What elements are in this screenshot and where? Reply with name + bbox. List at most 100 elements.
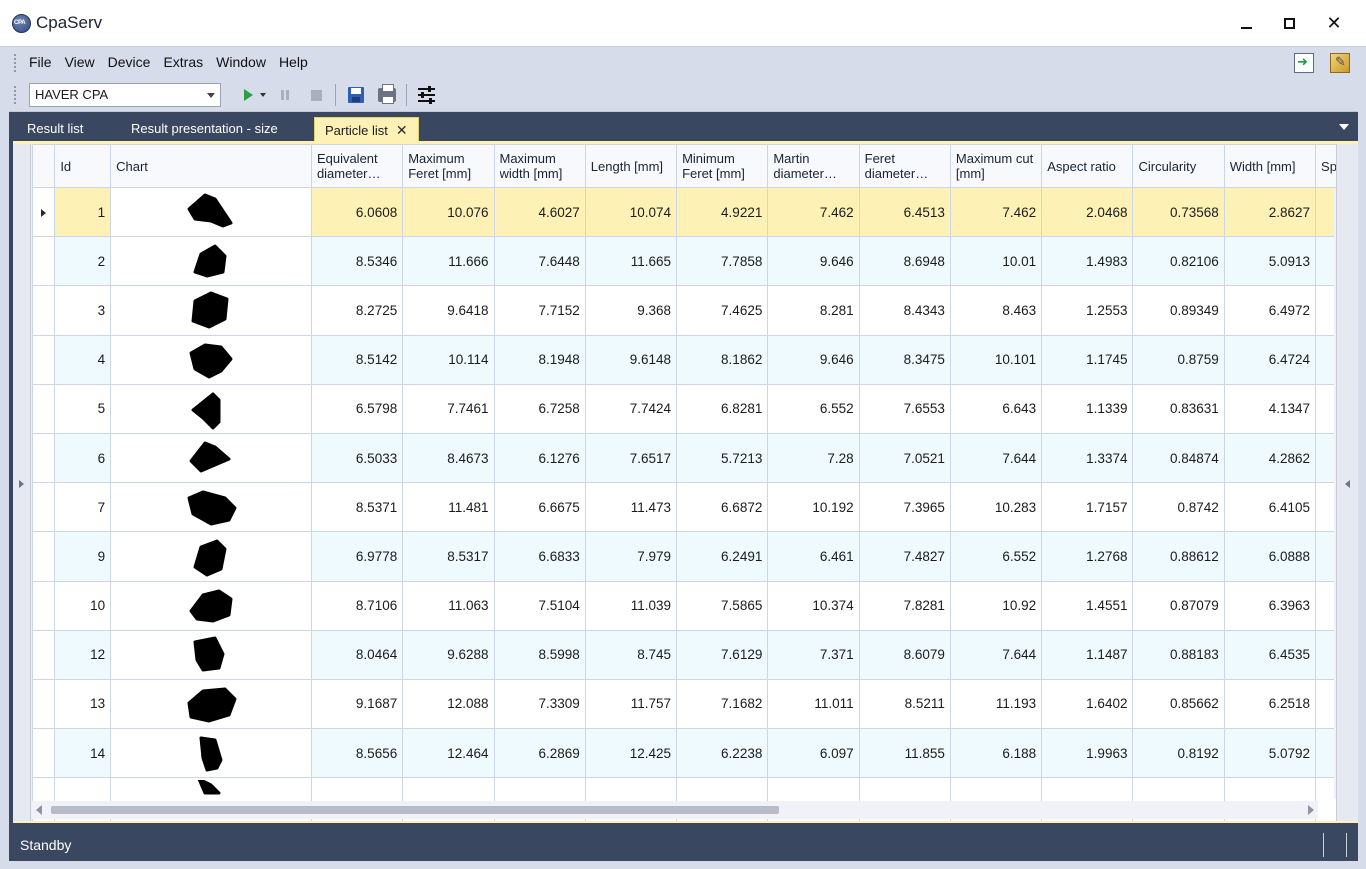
column-header[interactable]: Maximum Feret [mm]	[402, 144, 495, 188]
table-row[interactable]: 13 9.1687 12.088 7.3309 11.757 7.1682 11.011 8.…	[32, 678, 1336, 730]
cell-value[interactable]: 0.8742	[1132, 482, 1225, 533]
cell-value[interactable]: 8.5346	[310, 236, 404, 287]
start-options-dropdown[interactable]	[260, 93, 266, 97]
cell-id[interactable]: 2	[54, 236, 112, 287]
cell-value[interactable]: 8.5998	[493, 629, 586, 680]
cell-value[interactable]: 6.2491	[676, 531, 769, 582]
print-button[interactable]	[376, 84, 398, 106]
cell-value[interactable]: 6.2869	[493, 728, 586, 779]
cell-value[interactable]: 6.6833	[493, 531, 586, 582]
menu-help[interactable]: Help	[279, 54, 317, 70]
cell-value[interactable]: 6.643	[949, 383, 1043, 434]
cell-value[interactable]: 6.552	[949, 531, 1043, 582]
cell-value[interactable]: 4.1347	[1223, 383, 1317, 434]
cell-value[interactable]: 1.7157	[1041, 482, 1134, 533]
cell-value[interactable]: 9.6148	[584, 334, 678, 385]
cell-chart[interactable]	[110, 285, 312, 336]
cell-value[interactable]: 1.9963	[1041, 728, 1134, 779]
cell-chart[interactable]	[110, 334, 312, 385]
cell-chart[interactable]	[110, 728, 312, 779]
cell-value[interactable]: 4.2862	[1223, 432, 1317, 484]
cell-value[interactable]: 0.88612	[1132, 531, 1225, 582]
cell-value[interactable]: 1.1745	[1041, 334, 1134, 385]
cell-value[interactable]: 1.4983	[1041, 236, 1134, 287]
table-row[interactable]: 9 6.9778 8.5317 6.6833 7.979 6.2491 6.461 7.482…	[32, 531, 1336, 582]
minimize-button[interactable]	[1224, 8, 1268, 38]
menu-grip[interactable]	[13, 53, 17, 73]
cell-value[interactable]: 6.0608	[310, 186, 404, 238]
cell-chart[interactable]	[110, 580, 312, 631]
cell-value[interactable]: 7.6553	[858, 383, 951, 434]
cell-value[interactable]: 1.6402	[1041, 678, 1134, 730]
cell-value[interactable]: 7.3965	[858, 482, 951, 533]
cell-chart[interactable]	[110, 432, 312, 484]
cell-value[interactable]: 6.0888	[1223, 531, 1317, 582]
row-indicator[interactable]	[32, 531, 56, 582]
column-header[interactable]: Maximum width [mm]	[493, 144, 586, 188]
cell-value[interactable]	[1315, 580, 1336, 631]
table-row[interactable]: 1 6.0608 10.076 4.6027 10.074 4.9221 7.462 6.45…	[32, 186, 1336, 238]
cell-value[interactable]: 12.425	[584, 728, 678, 779]
cell-value[interactable]: 2.8627	[1223, 186, 1317, 238]
cell-value[interactable]: 10.92	[949, 580, 1043, 631]
cell-value[interactable]	[1315, 285, 1336, 336]
cell-value[interactable]: 8.1862	[676, 334, 769, 385]
cell-value[interactable]: 6.4105	[1223, 482, 1317, 533]
row-indicator[interactable]	[32, 629, 56, 680]
table-row[interactable]: 10 8.7106 11.063 7.5104 11.039 7.5865 10.374 7.…	[32, 580, 1336, 631]
cell-value[interactable]: 12.088	[402, 678, 495, 730]
cell-value[interactable]: 8.1948	[493, 334, 586, 385]
cell-value[interactable]: 6.1276	[493, 432, 586, 484]
cell-value[interactable]: 0.84874	[1132, 432, 1225, 484]
cell-value[interactable]: 7.462	[767, 186, 860, 238]
cell-value[interactable]: 10.114	[402, 334, 495, 385]
cell-value[interactable]: 8.0464	[310, 629, 404, 680]
cell-value[interactable]: 9.1687	[310, 678, 404, 730]
tab-close-icon[interactable]: ✕	[396, 122, 408, 139]
cell-value[interactable]	[1315, 186, 1336, 238]
cell-value[interactable]: 7.979	[584, 531, 678, 582]
cell-value[interactable]	[1315, 432, 1336, 484]
cell-value[interactable]: 8.3475	[858, 334, 951, 385]
cell-value[interactable]	[1315, 236, 1336, 287]
cell-id[interactable]: 1	[54, 186, 112, 238]
cell-value[interactable]: 8.6079	[858, 629, 951, 680]
maximize-button[interactable]	[1267, 8, 1311, 38]
cell-chart[interactable]	[110, 186, 312, 238]
cell-value[interactable]: 6.097	[767, 728, 860, 779]
cell-value[interactable]: 1.3374	[1041, 432, 1134, 484]
cell-value[interactable]: 6.4535	[1223, 629, 1317, 680]
cell-value[interactable]: 6.461	[767, 531, 860, 582]
cell-value[interactable]	[1315, 678, 1336, 730]
cell-chart[interactable]	[110, 236, 312, 287]
row-indicator[interactable]	[32, 580, 56, 631]
right-collapse-panel[interactable]	[1336, 144, 1358, 821]
cell-value[interactable]: 11.473	[584, 482, 678, 533]
cell-value[interactable]: 9.646	[767, 236, 860, 287]
table-row[interactable]: 3 8.2725 9.6418 7.7152 9.368 7.4625 8.281 8.434…	[32, 285, 1336, 336]
row-indicator[interactable]	[32, 383, 56, 434]
cell-value[interactable]: 7.0521	[858, 432, 951, 484]
cell-value[interactable]: 7.4625	[676, 285, 769, 336]
cell-value[interactable]: 7.7461	[402, 383, 495, 434]
cell-value[interactable]: 0.85662	[1132, 678, 1225, 730]
cell-value[interactable]: 7.28	[767, 432, 860, 484]
cell-value[interactable]: 7.8281	[858, 580, 951, 631]
cell-value[interactable]: 9.368	[584, 285, 678, 336]
cell-value[interactable]: 7.5865	[676, 580, 769, 631]
cell-value[interactable]	[1315, 728, 1336, 779]
cell-id[interactable]: 6	[54, 432, 112, 484]
cell-value[interactable]: 11.063	[402, 580, 495, 631]
row-indicator[interactable]	[32, 334, 56, 385]
table-row[interactable]: 4 8.5142 10.114 8.1948 9.6148 8.1862 9.646 8.34…	[32, 334, 1336, 385]
cell-value[interactable]: 7.6517	[584, 432, 678, 484]
menu-extras[interactable]: Extras	[163, 54, 212, 70]
cell-value[interactable]: 10.01	[949, 236, 1043, 287]
cell-value[interactable]: 6.4724	[1223, 334, 1317, 385]
tab-list-dropdown[interactable]	[1339, 124, 1349, 130]
cell-value[interactable]: 5.0792	[1223, 728, 1317, 779]
cell-value[interactable]: 10.283	[949, 482, 1043, 533]
cell-value[interactable]: 6.9778	[310, 531, 404, 582]
cell-value[interactable]: 6.188	[949, 728, 1043, 779]
cell-value[interactable]: 6.4513	[858, 186, 951, 238]
